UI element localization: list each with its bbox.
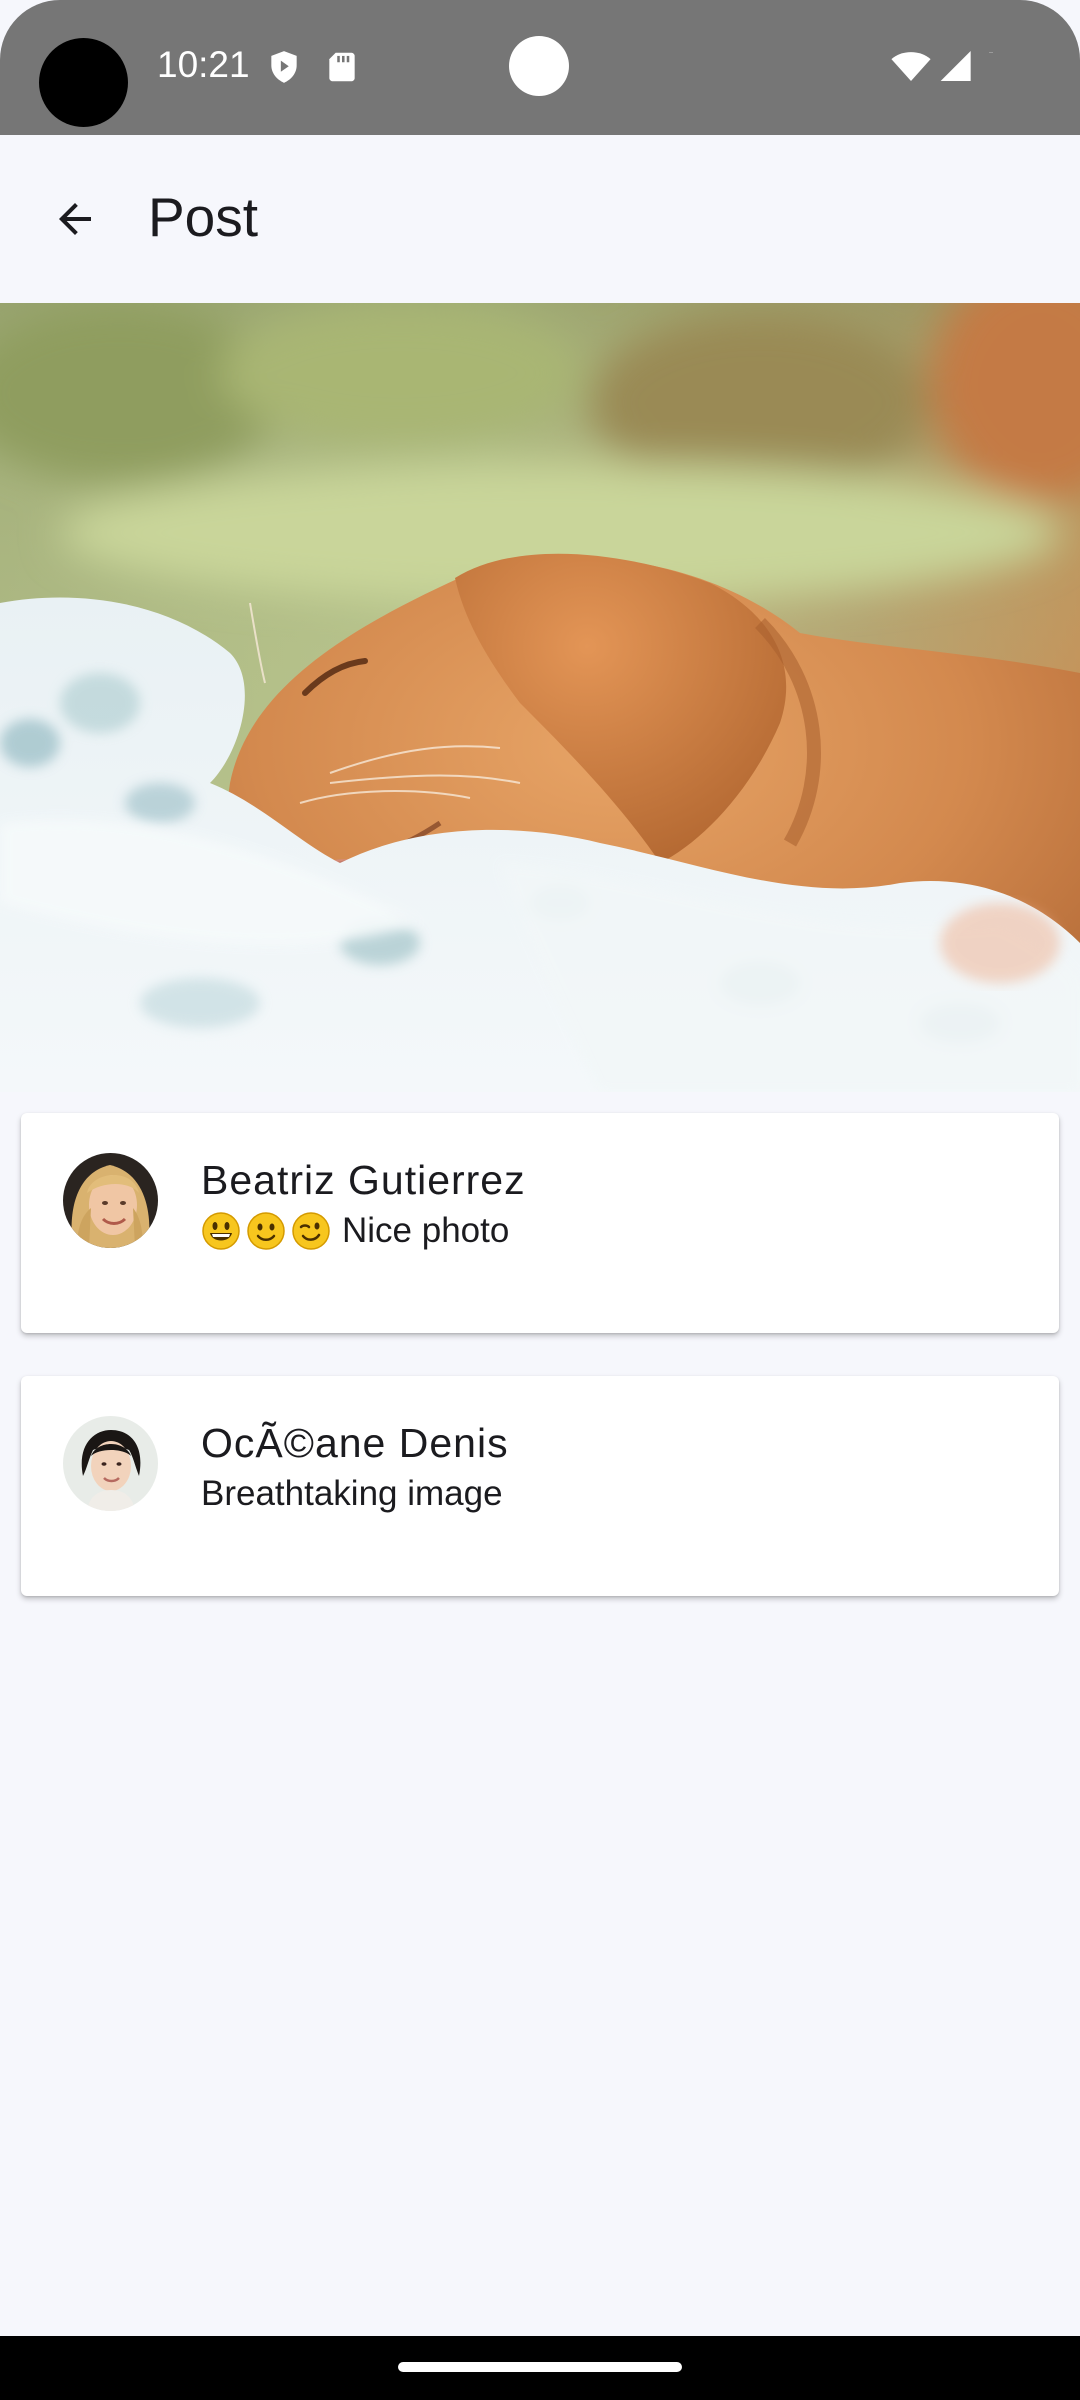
back-button[interactable] — [30, 174, 120, 264]
battery-icon — [986, 50, 998, 70]
arrow-back-icon — [59, 203, 91, 235]
wifi-icon — [890, 46, 932, 88]
post-image — [0, 303, 1080, 1092]
comment-text-label: Nice photo — [342, 1211, 510, 1250]
avatar[interactable] — [63, 1153, 158, 1248]
status-time: 10:21 — [157, 44, 250, 85]
status-bar: 10:21 — [0, 0, 1080, 135]
status-dot — [509, 36, 569, 96]
navigation-bar — [0, 2336, 1080, 2400]
comment-text: Breathtaking image — [201, 1474, 503, 1514]
comment-card[interactable]: OcÃ©ane Denis Breathtaking image — [21, 1376, 1059, 1596]
cellular-icon — [934, 46, 974, 86]
slightly-smiling-face-icon — [247, 1212, 285, 1250]
comment-author: OcÃ©ane Denis — [201, 1420, 509, 1466]
page-title: Post — [148, 186, 259, 248]
grinning-face-icon — [202, 1212, 240, 1250]
shield-play-icon — [265, 48, 303, 86]
winking-face-icon — [292, 1212, 330, 1250]
avatar[interactable] — [63, 1416, 158, 1511]
comment-author: Beatriz Gutierrez — [201, 1157, 526, 1203]
sd-card-icon — [323, 48, 361, 86]
comment-card[interactable]: Beatriz Gutierrez Nice photo — [21, 1113, 1059, 1333]
comment-text: Nice photo — [201, 1211, 509, 1251]
top-app-bar: Post — [0, 135, 1080, 303]
home-gesture-handle[interactable] — [398, 2362, 682, 2372]
camera-cutout — [39, 38, 128, 127]
comment-text-label: Breathtaking image — [201, 1474, 503, 1513]
